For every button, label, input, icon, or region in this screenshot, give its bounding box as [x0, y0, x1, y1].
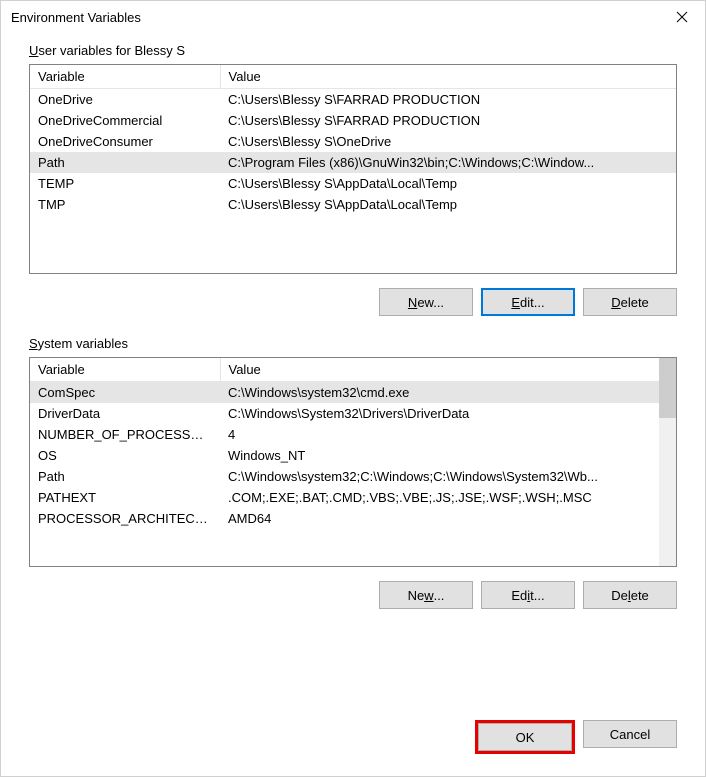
table-row[interactable]: PathC:\Windows\system32;C:\Windows;C:\Wi… — [30, 466, 659, 487]
cell-variable: OneDriveConsumer — [30, 131, 220, 152]
table-row[interactable]: DriverDataC:\Windows\System32\Drivers\Dr… — [30, 403, 659, 424]
table-row[interactable]: TMPC:\Users\Blessy S\AppData\Local\Temp — [30, 194, 676, 215]
system-edit-button[interactable]: Edit... — [481, 581, 575, 609]
cell-value: C:\Users\Blessy S\OneDrive — [220, 131, 676, 152]
cell-variable: ComSpec — [30, 382, 220, 404]
table-row[interactable]: PATHEXT.COM;.EXE;.BAT;.CMD;.VBS;.VBE;.JS… — [30, 487, 659, 508]
table-header-row: Variable Value — [30, 358, 659, 382]
scrollbar-thumb[interactable] — [659, 358, 676, 418]
table-row[interactable]: OneDriveConsumerC:\Users\Blessy S\OneDri… — [30, 131, 676, 152]
cell-variable: DriverData — [30, 403, 220, 424]
cell-variable: PROCESSOR_ARCHITECTU... — [30, 508, 220, 529]
system-label-text: ystem variables — [38, 336, 128, 351]
system-label-accel: S — [29, 336, 38, 351]
cell-variable: OneDriveCommercial — [30, 110, 220, 131]
ok-button[interactable]: OK — [478, 723, 572, 751]
table-row[interactable]: ComSpecC:\Windows\system32\cmd.exe — [30, 382, 659, 404]
col-header-value[interactable]: Value — [220, 358, 659, 382]
cell-variable: NUMBER_OF_PROCESSORS — [30, 424, 220, 445]
user-variables-group: User variables for Blessy S Variable Val… — [29, 43, 677, 316]
user-variables-table[interactable]: Variable Value OneDriveC:\Users\Blessy S… — [30, 65, 676, 215]
scrollbar-track[interactable] — [659, 358, 676, 566]
system-variables-group: System variables Variable Value ComSpecC… — [29, 336, 677, 609]
table-row[interactable]: NUMBER_OF_PROCESSORS4 — [30, 424, 659, 445]
cell-value: C:\Users\Blessy S\FARRAD PRODUCTION — [220, 89, 676, 111]
cell-variable: Path — [30, 466, 220, 487]
cell-value: 4 — [220, 424, 659, 445]
cell-value: C:\Users\Blessy S\AppData\Local\Temp — [220, 194, 676, 215]
col-header-variable[interactable]: Variable — [30, 358, 220, 382]
system-variables-label: System variables — [29, 336, 677, 351]
user-edit-button[interactable]: Edit... — [481, 288, 575, 316]
cell-variable: OS — [30, 445, 220, 466]
user-variables-table-wrap: Variable Value OneDriveC:\Users\Blessy S… — [29, 64, 677, 274]
table-row[interactable]: OSWindows_NT — [30, 445, 659, 466]
cell-value: C:\Windows\system32\cmd.exe — [220, 382, 659, 404]
cell-variable: OneDrive — [30, 89, 220, 111]
user-new-button[interactable]: New... — [379, 288, 473, 316]
cell-value: C:\Users\Blessy S\FARRAD PRODUCTION — [220, 110, 676, 131]
cell-value: .COM;.EXE;.BAT;.CMD;.VBS;.VBE;.JS;.JSE;.… — [220, 487, 659, 508]
user-label-text: ser variables for Blessy S — [38, 43, 185, 58]
cell-value: C:\Windows\system32;C:\Windows;C:\Window… — [220, 466, 659, 487]
cell-value: AMD64 — [220, 508, 659, 529]
cell-variable: TMP — [30, 194, 220, 215]
cell-value: C:\Windows\System32\Drivers\DriverData — [220, 403, 659, 424]
col-header-variable[interactable]: Variable — [30, 65, 220, 89]
dialog-content: User variables for Blessy S Variable Val… — [1, 33, 705, 708]
cell-value: C:\Users\Blessy S\AppData\Local\Temp — [220, 173, 676, 194]
ok-highlight: OK — [475, 720, 575, 754]
system-delete-button[interactable]: Delete — [583, 581, 677, 609]
table-row[interactable]: TEMPC:\Users\Blessy S\AppData\Local\Temp — [30, 173, 676, 194]
cell-variable: TEMP — [30, 173, 220, 194]
table-row[interactable]: OneDriveCommercialC:\Users\Blessy S\FARR… — [30, 110, 676, 131]
table-row[interactable]: OneDriveC:\Users\Blessy S\FARRAD PRODUCT… — [30, 89, 676, 111]
table-row[interactable]: PROCESSOR_ARCHITECTU...AMD64 — [30, 508, 659, 529]
close-icon — [676, 11, 688, 23]
cell-value: Windows_NT — [220, 445, 659, 466]
system-new-button[interactable]: New... — [379, 581, 473, 609]
titlebar: Environment Variables — [1, 1, 705, 33]
cancel-button[interactable]: Cancel — [583, 720, 677, 748]
cell-variable: Path — [30, 152, 220, 173]
system-variables-table-wrap: Variable Value ComSpecC:\Windows\system3… — [29, 357, 677, 567]
window-title: Environment Variables — [11, 10, 141, 25]
table-row[interactable]: PathC:\Program Files (x86)\GnuWin32\bin;… — [30, 152, 676, 173]
user-delete-button[interactable]: Delete — [583, 288, 677, 316]
system-variables-table[interactable]: Variable Value ComSpecC:\Windows\system3… — [30, 358, 659, 529]
system-buttons-row: New... Edit... Delete — [29, 581, 677, 609]
user-variables-label: User variables for Blessy S — [29, 43, 677, 58]
cell-variable: PATHEXT — [30, 487, 220, 508]
col-header-value[interactable]: Value — [220, 65, 676, 89]
close-button[interactable] — [659, 1, 705, 33]
dialog-footer: OK Cancel — [1, 708, 705, 776]
cell-value: C:\Program Files (x86)\GnuWin32\bin;C:\W… — [220, 152, 676, 173]
user-buttons-row: New... Edit... Delete — [29, 288, 677, 316]
user-label-accel: U — [29, 43, 38, 58]
env-vars-dialog: Environment Variables User variables for… — [0, 0, 706, 777]
table-header-row: Variable Value — [30, 65, 676, 89]
